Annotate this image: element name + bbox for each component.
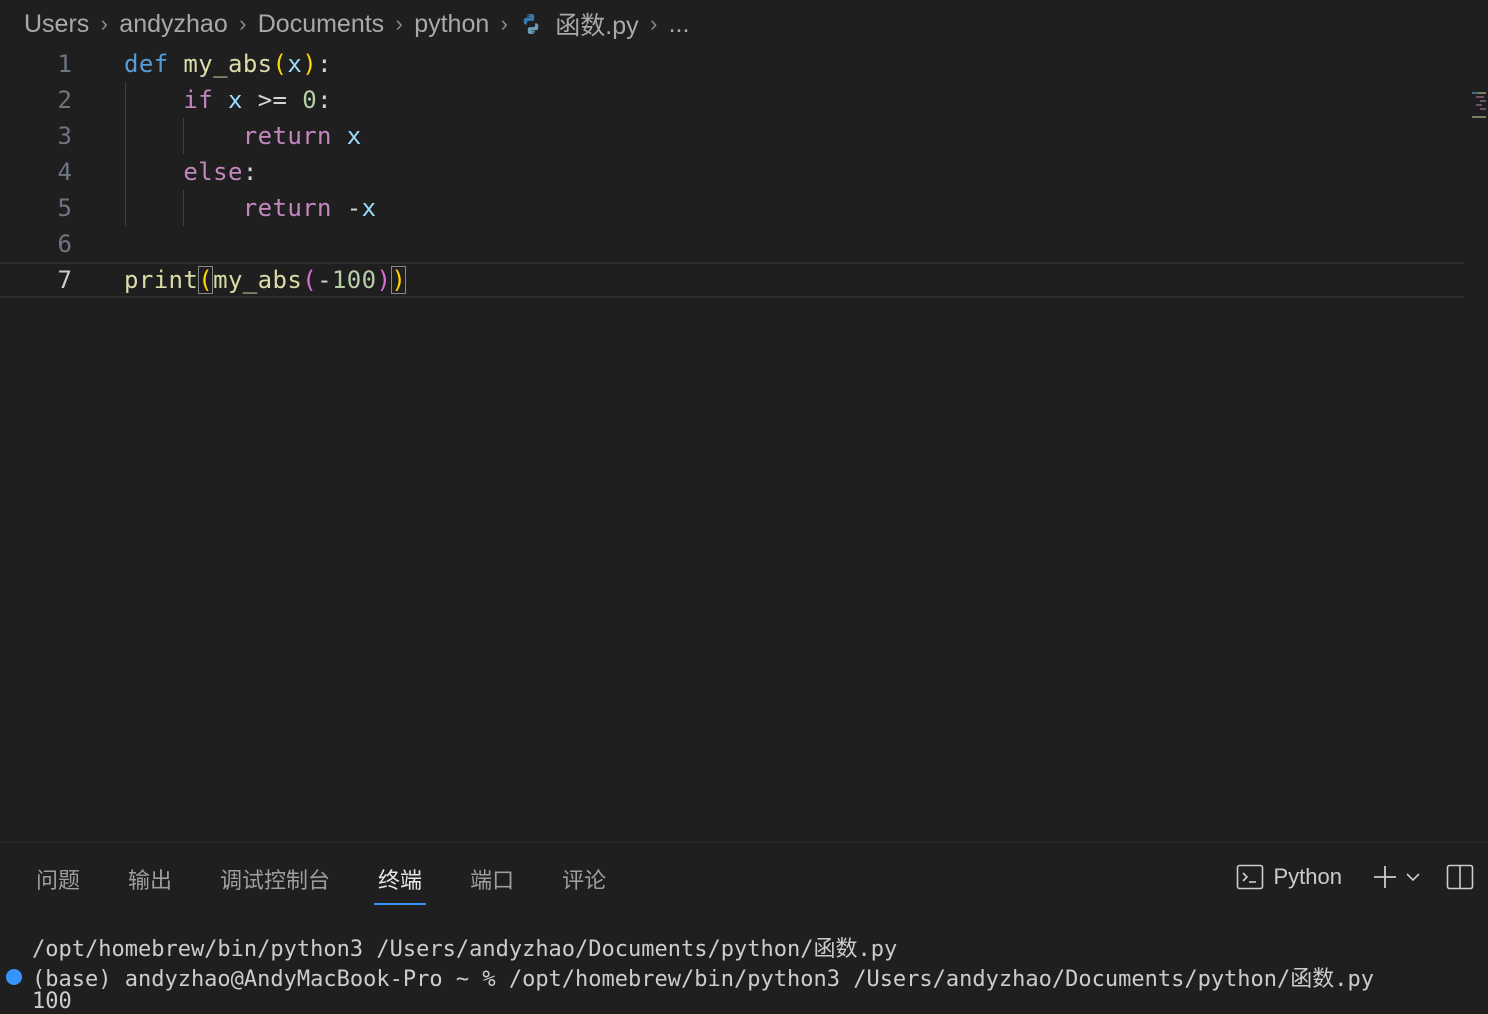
tab-problems[interactable]: 问题 [32, 863, 84, 905]
breadcrumb: Users › andyzhao › Documents › python › … [0, 0, 1488, 48]
code-editor[interactable]: 1 def my_abs(x): 2 if x >= 0: 3 return x… [0, 46, 1488, 842]
line-number: 4 [57, 158, 72, 186]
code-text: else: [183, 158, 258, 186]
line-number: 7 [57, 266, 72, 294]
split-terminal-button[interactable] [1446, 863, 1474, 891]
chevron-right-icon: › [500, 11, 508, 36]
code-line-7[interactable]: 7 print(my_abs(-100)) [0, 262, 1464, 298]
line-number: 1 [57, 50, 72, 78]
chevron-right-icon: › [100, 11, 108, 36]
line-number: 5 [57, 194, 72, 222]
chevron-right-icon: › [239, 11, 247, 36]
code-line-6[interactable]: 6 [0, 226, 1464, 262]
terminal-profile-label: Python [1273, 864, 1343, 889]
tab-comments[interactable]: 评论 [558, 863, 610, 905]
tab-output[interactable]: 输出 [124, 863, 176, 905]
chevron-right-icon: › [649, 11, 658, 36]
bottom-panel: 问题 输出 调试控制台 终端 端口 评论 Python /opt/homebre… [0, 842, 1488, 1014]
plus-icon [1374, 866, 1396, 888]
code-line-5[interactable]: 5 return -x [0, 190, 1464, 226]
breadcrumb-symbols[interactable]: ... [669, 10, 690, 39]
code-text: return -x [242, 194, 377, 222]
chevron-down-icon [1406, 873, 1420, 882]
code-text: def my_abs(x): [124, 50, 332, 78]
terminal-profile-button[interactable]: Python [1236, 863, 1359, 891]
code-line-2[interactable]: 2 if x >= 0: [0, 82, 1464, 118]
code-line-4[interactable]: 4 else: [0, 154, 1464, 190]
command-status-dot[interactable] [6, 969, 22, 985]
new-terminal-button[interactable] [1372, 864, 1422, 890]
python-file-icon [523, 14, 539, 34]
tab-debug-console[interactable]: 调试控制台 [216, 863, 334, 905]
panel-tabs: 问题 输出 调试控制台 终端 端口 评论 [32, 863, 650, 905]
line-number: 2 [57, 86, 72, 114]
code-text: return x [242, 122, 362, 150]
breadcrumb-users[interactable]: Users [24, 10, 89, 39]
terminal-line: /opt/homebrew/bin/python3 /Users/andyzha… [32, 937, 898, 962]
tab-ports[interactable]: 端口 [466, 863, 518, 905]
terminal-line: 100 [32, 989, 72, 1014]
code-line-3[interactable]: 3 return x [0, 118, 1464, 154]
panel-actions: Python [1236, 863, 1488, 891]
line-number: 3 [57, 122, 72, 150]
breadcrumb-python[interactable]: python [414, 10, 489, 39]
line-number: 6 [57, 230, 72, 258]
terminal-icon [1236, 864, 1263, 890]
breadcrumb-andyzhao[interactable]: andyzhao [119, 10, 227, 39]
split-icon [1446, 864, 1474, 890]
chevron-right-icon: › [395, 11, 403, 36]
code-text: if x >= 0: [183, 86, 332, 114]
minimap[interactable] [1470, 92, 1488, 132]
code-line-1[interactable]: 1 def my_abs(x): [0, 46, 1464, 82]
code-text: print(my_abs(-100)) [124, 266, 407, 294]
terminal-line: (base) andyzhao@AndyMacBook-Pro ~ % /opt… [32, 967, 1375, 992]
breadcrumb-documents[interactable]: Documents [258, 10, 384, 39]
tab-terminal[interactable]: 终端 [374, 863, 427, 905]
breadcrumb-file[interactable]: 函数.py [555, 6, 638, 42]
